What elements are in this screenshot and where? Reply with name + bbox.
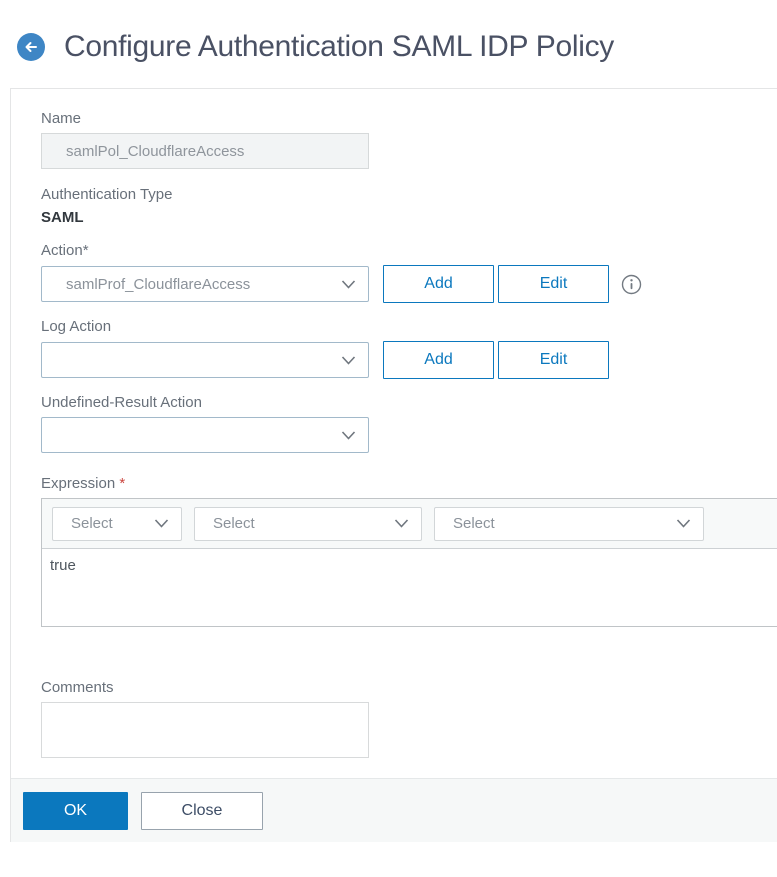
log-action-select[interactable] xyxy=(41,342,369,378)
authentication-type-value: SAML xyxy=(41,209,84,226)
expression-select-1-value: Select xyxy=(71,515,113,532)
comments-label: Comments xyxy=(41,679,114,696)
expression-editor-toolbar: Select Select Select xyxy=(42,499,777,549)
chevron-down-icon xyxy=(341,279,356,289)
chevron-down-icon xyxy=(154,519,169,528)
comments-input[interactable] xyxy=(41,702,369,758)
chevron-down-icon xyxy=(341,430,356,440)
action-select[interactable]: samlProf_CloudflareAccess xyxy=(41,266,369,302)
expression-select-1[interactable]: Select xyxy=(52,506,182,541)
expression-select-2-value: Select xyxy=(213,515,255,532)
log-action-add-button[interactable]: Add xyxy=(383,341,494,379)
expression-label-text: Expression xyxy=(41,475,116,492)
name-input[interactable] xyxy=(41,133,369,169)
log-action-row: Add Edit xyxy=(41,341,777,379)
expression-input[interactable]: true xyxy=(42,549,777,626)
page-header: Configure Authentication SAML IDP Policy xyxy=(0,0,777,88)
expression-label: Expression * xyxy=(41,475,777,493)
expression-select-3-value: Select xyxy=(453,515,495,532)
log-action-edit-button[interactable]: Edit xyxy=(498,341,609,379)
undefined-result-action-select[interactable] xyxy=(41,417,369,453)
expression-select-2[interactable]: Select xyxy=(194,506,422,541)
chevron-down-icon xyxy=(394,519,409,528)
form-footer: OK Close xyxy=(11,778,777,842)
info-icon[interactable] xyxy=(621,274,642,295)
page-title: Configure Authentication SAML IDP Policy xyxy=(64,30,614,63)
ok-button[interactable]: OK xyxy=(23,791,128,830)
form-panel: Name Authentication Type SAML Action* sa… xyxy=(10,88,777,842)
action-edit-button[interactable]: Edit xyxy=(498,265,609,303)
chevron-down-icon xyxy=(341,355,356,365)
undefined-result-action-row xyxy=(41,417,777,453)
info-circle-icon xyxy=(621,274,642,294)
action-select-value: samlProf_CloudflareAccess xyxy=(66,275,251,293)
action-row: samlProf_CloudflareAccess Add Edit xyxy=(41,265,777,303)
expression-editor: Select Select Select true xyxy=(41,498,777,627)
action-label: Action* xyxy=(41,242,89,259)
form-body: Name Authentication Type SAML Action* sa… xyxy=(11,89,777,778)
name-label: Name xyxy=(41,110,82,127)
action-add-button[interactable]: Add xyxy=(383,265,494,303)
arrow-left-icon xyxy=(25,42,37,52)
required-asterisk: * xyxy=(119,475,126,492)
close-button[interactable]: Close xyxy=(141,791,263,830)
configure-saml-idp-policy-page: Configure Authentication SAML IDP Policy… xyxy=(0,0,777,842)
chevron-down-icon xyxy=(676,519,691,528)
undefined-result-action-label: Undefined-Result Action xyxy=(41,394,202,411)
expression-select-3[interactable]: Select xyxy=(434,506,704,541)
log-action-label: Log Action xyxy=(41,318,112,335)
back-button[interactable] xyxy=(17,33,45,61)
authentication-type-label: Authentication Type xyxy=(41,186,173,203)
